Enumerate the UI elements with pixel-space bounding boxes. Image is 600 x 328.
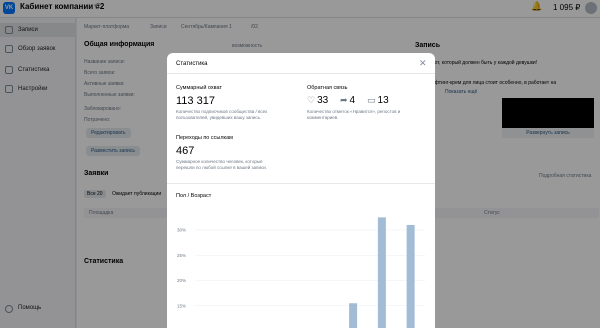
y-tick-label: 20% (177, 278, 186, 283)
gender-age-chart: 30%25%20%15%10% (177, 217, 425, 328)
heart-icon: ♡ (307, 95, 316, 105)
y-tick-label: 15% (177, 303, 186, 308)
divider (167, 183, 435, 184)
reach-desc: пользователей, увидевших вашу запись. (176, 115, 262, 120)
comments-counter: ▭ 13 (367, 95, 389, 106)
reposts-counter: ➦ 4 (340, 95, 355, 106)
likes-value: 33 (317, 95, 329, 106)
likes-counter: ♡ 33 (307, 95, 328, 106)
reach-label: Суммарный охват (176, 85, 222, 91)
chart-bar[interactable] (406, 224, 415, 328)
close-icon[interactable]: ✕ (419, 59, 427, 68)
y-tick-label: 30% (177, 228, 186, 233)
reposts-value: 4 (349, 95, 356, 106)
divider (167, 73, 435, 74)
chart-title: Пол / Возраст (176, 193, 212, 199)
modal-title: Статистика (176, 61, 208, 67)
feedback-label: Обратная связь (307, 85, 348, 91)
statistics-modal: Статистика ✕ Суммарный охват 113 317 Кол… (167, 53, 435, 328)
chart-bar[interactable] (377, 217, 386, 328)
clicks-desc: перешли по любой ссылке в вашей записи. (176, 165, 268, 170)
feedback-desc: комментариев. (307, 115, 339, 120)
reach-value: 113 317 (176, 95, 215, 107)
y-tick-label: 25% (177, 253, 186, 258)
clicks-value: 467 (176, 145, 195, 157)
share-icon: ➦ (340, 95, 348, 105)
clicks-label: Переходы по ссылкам (176, 135, 233, 141)
chart-bar[interactable] (349, 303, 358, 328)
comment-icon: ▭ (367, 95, 376, 105)
comments-value: 13 (377, 95, 389, 106)
